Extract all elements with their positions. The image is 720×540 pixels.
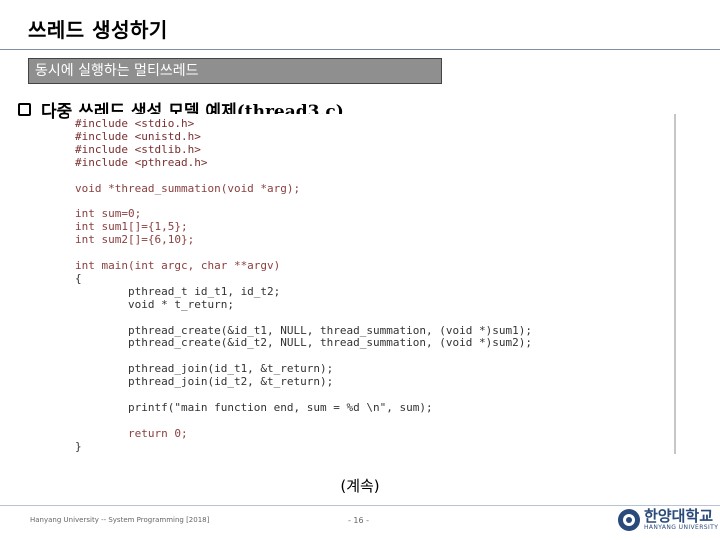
logo-english: HANYANG UNIVERSITY	[644, 524, 719, 531]
code-listing: #include <stdio.h> #include <unistd.h> #in…	[75, 117, 532, 454]
code-line: }	[75, 439, 82, 453]
title-divider	[0, 49, 720, 50]
code-line: #include <stdlib.h>	[75, 142, 201, 156]
bullet-square-icon	[18, 102, 31, 116]
code-line: #include <unistd.h>	[75, 129, 201, 143]
page-number: - 16 -	[348, 516, 370, 525]
code-line: pthread_create(&id_t2, NULL, thread_summ…	[75, 336, 532, 350]
code-line: pthread_t id_t1, id_t2;	[75, 284, 281, 298]
slide-title: 쓰레드 생성하기	[28, 18, 168, 42]
code-line: printf("main function end, sum = %d \n",…	[75, 400, 433, 414]
footer-divider	[0, 505, 720, 506]
code-line: int main(int argc, char **argv)	[75, 258, 281, 272]
code-line: void * t_return;	[75, 297, 234, 311]
code-line: int sum2[]={6,10};	[75, 233, 195, 247]
code-line: {	[75, 271, 82, 285]
code-line: void *thread_summation(void *arg);	[75, 181, 301, 195]
code-line: #include <stdio.h>	[75, 117, 195, 130]
university-seal-icon	[618, 509, 640, 531]
code-line: return 0;	[75, 426, 188, 440]
university-logo: 한양대학교 HANYANG UNIVERSITY	[618, 509, 718, 531]
footer-course: Hanyang University -- System Programming…	[30, 516, 210, 524]
code-panel: #include <stdio.h> #include <unistd.h> #in…	[69, 114, 676, 454]
code-line: #include <pthread.h>	[75, 155, 208, 169]
section-banner: 동시에 실행하는 멀티쓰레드	[28, 58, 442, 84]
logo-text: 한양대학교 HANYANG UNIVERSITY	[644, 509, 718, 531]
code-line: pthread_join(id_t2, &t_return);	[75, 375, 334, 389]
continued-label: (계속)	[340, 477, 380, 495]
logo-korean: 한양대학교	[644, 507, 714, 525]
